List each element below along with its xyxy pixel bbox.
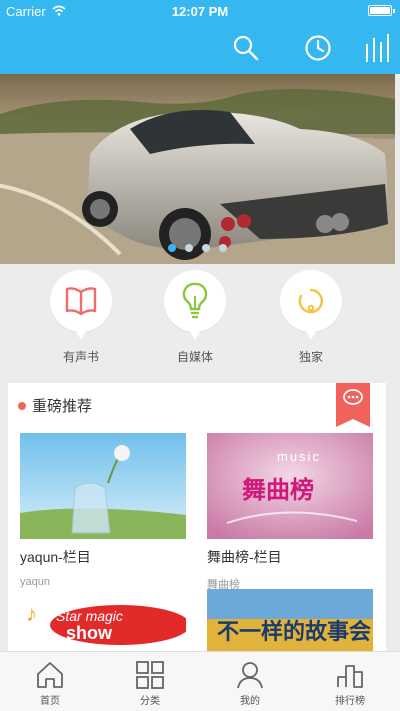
history-clock-icon[interactable] — [304, 34, 332, 62]
card-thumbnail[interactable] — [20, 433, 186, 539]
ranking-bars-icon[interactable] — [364, 32, 390, 64]
search-icon[interactable] — [232, 34, 260, 62]
card-title: yaqun-栏目 — [20, 549, 91, 565]
battery-icon — [368, 5, 395, 16]
carousel-indicator[interactable] — [168, 244, 227, 252]
tab-ranking[interactable]: 排行榜 — [300, 660, 400, 707]
banner-carousel[interactable] — [0, 74, 395, 264]
card-subtitle: yaqun — [20, 576, 50, 588]
grid-icon — [136, 661, 164, 689]
user-icon — [237, 662, 263, 689]
quick-link-bubble[interactable] — [50, 270, 112, 340]
svg-text:不一样的故事会: 不一样的故事会 — [217, 619, 371, 645]
svg-text:舞曲榜: 舞曲榜 — [242, 476, 314, 504]
tab-label: 排行榜 — [335, 696, 365, 707]
svg-text:Star magic: Star magic — [56, 608, 123, 624]
top-nav-bar — [0, 22, 400, 74]
carousel-dot[interactable] — [202, 244, 210, 252]
svg-text:music: music — [277, 449, 321, 464]
section-title: 重磅推荐 — [18, 395, 92, 416]
featured-card[interactable]: yaqun-栏目 yaqun — [20, 433, 186, 588]
tab-mine[interactable]: 我的 — [200, 660, 300, 707]
tab-home[interactable]: 首页 — [0, 660, 100, 707]
refresh-circle-icon — [298, 288, 323, 314]
more-ribbon-button[interactable] — [336, 383, 370, 427]
tab-label: 首页 — [40, 696, 60, 707]
featured-card[interactable]: ♪ Star magic show — [20, 595, 186, 651]
featured-card[interactable]: 不一样的故事会 — [207, 589, 373, 651]
status-time: 12:07 PM — [171, 4, 229, 19]
bottom-tab-bar: 首页 分类 我的 排行榜 — [0, 651, 400, 711]
carousel-dot[interactable] — [219, 244, 227, 252]
quick-link-exclusive[interactable]: 独家 — [266, 270, 356, 365]
quick-link-audiobook[interactable]: 有声书 — [36, 270, 126, 365]
book-icon — [65, 287, 97, 316]
quick-link-label: 自媒体 — [176, 350, 213, 364]
svg-text:show: show — [66, 623, 113, 643]
tab-category[interactable]: 分类 — [100, 660, 200, 707]
chat-bubble-icon — [343, 389, 363, 405]
featured-card[interactable]: music 舞曲榜 舞曲榜-栏目 舞曲榜 — [207, 433, 373, 592]
card-title: 舞曲榜-栏目 — [207, 549, 282, 565]
card-thumbnail[interactable]: music 舞曲榜 — [207, 433, 373, 539]
status-bar: Carrier 12:07 PM — [0, 0, 400, 22]
card-thumbnail[interactable]: 不一样的故事会 — [207, 589, 373, 651]
tab-label: 我的 — [240, 696, 260, 707]
quick-link-bubble[interactable] — [164, 270, 226, 340]
quick-link-media[interactable]: 自媒体 — [150, 270, 240, 365]
featured-section: 重磅推荐 yaqun-栏目 yaqun music 舞曲榜 舞曲榜-栏目 舞曲榜… — [8, 383, 386, 651]
carousel-dot[interactable] — [185, 244, 193, 252]
banner-car-image — [0, 74, 395, 264]
quick-link-label: 有声书 — [62, 350, 99, 364]
svg-text:♪: ♪ — [26, 601, 37, 626]
tab-label: 分类 — [140, 696, 160, 707]
quick-link-bubble[interactable] — [280, 270, 342, 340]
card-thumbnail[interactable]: ♪ Star magic show — [20, 595, 186, 651]
quick-link-label: 独家 — [298, 350, 323, 364]
ranking-icon — [337, 665, 363, 688]
lightbulb-icon — [182, 282, 208, 319]
carousel-dot[interactable] — [168, 244, 176, 252]
home-icon — [37, 662, 63, 688]
